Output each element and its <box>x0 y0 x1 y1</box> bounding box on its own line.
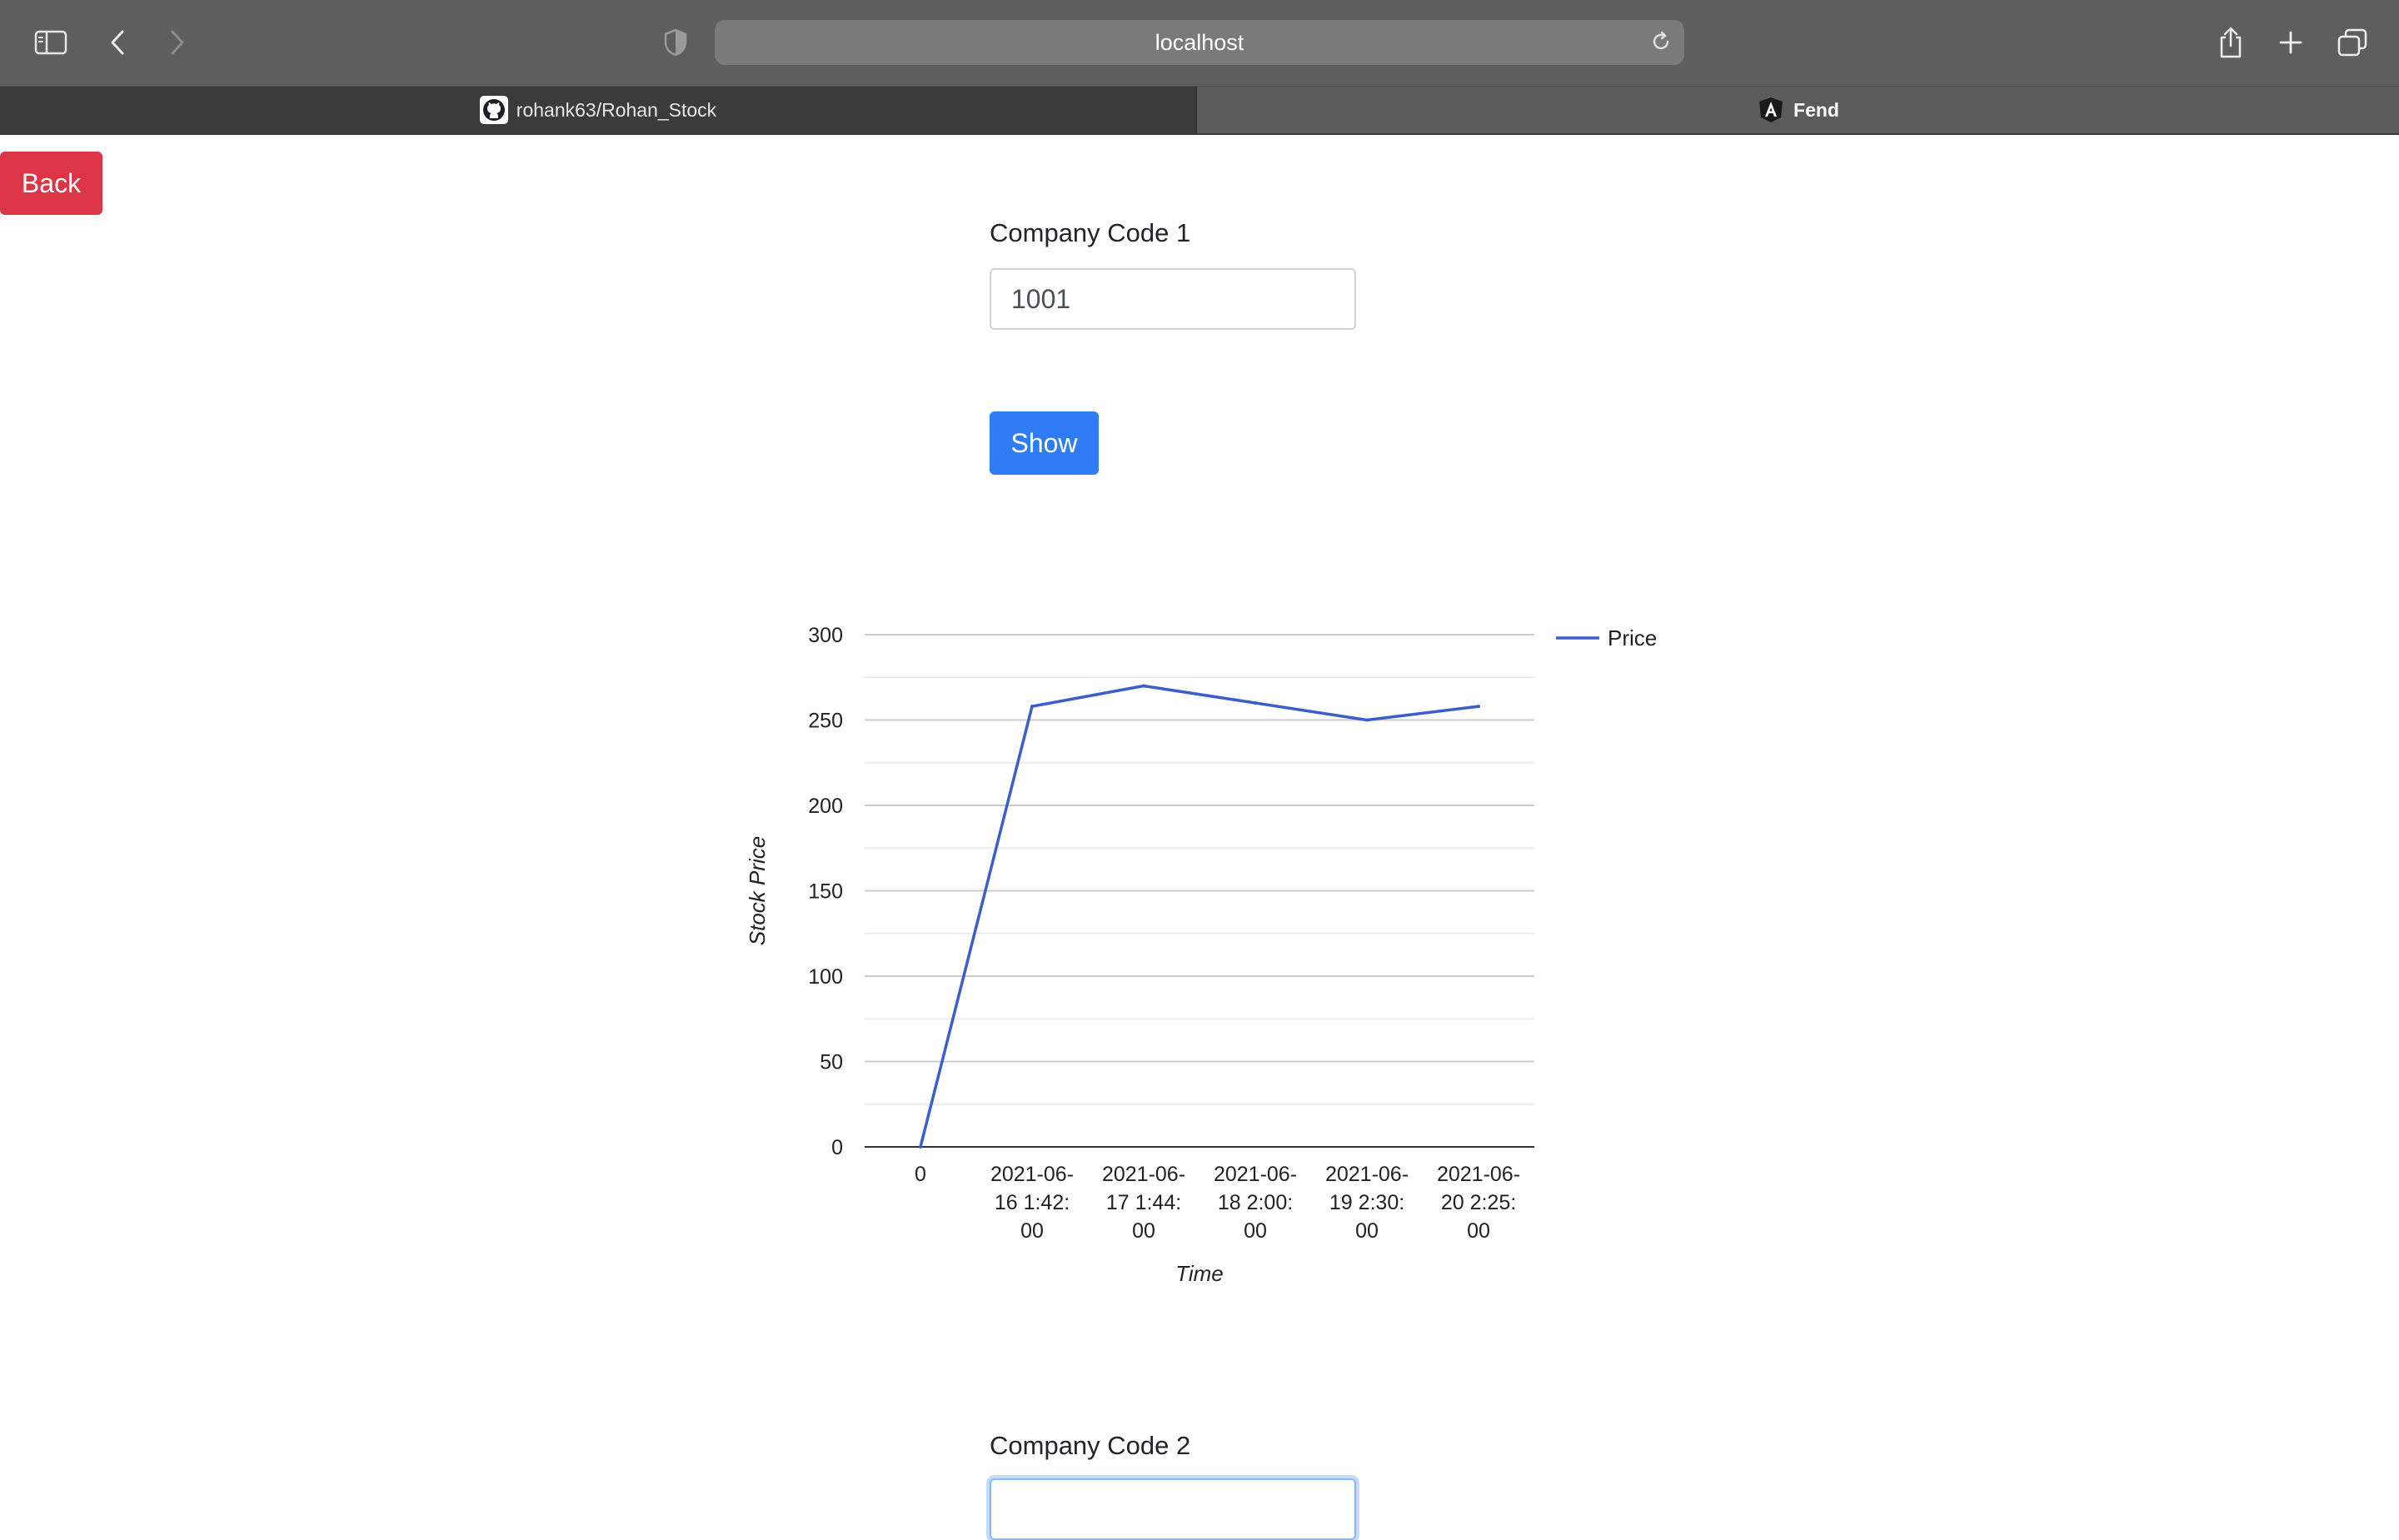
x-tick-label: 0 <box>915 1163 926 1186</box>
series-line-price <box>919 684 1479 1148</box>
show-button[interactable]: Show <box>990 411 1099 475</box>
y-tick-label: 0 <box>831 1136 843 1159</box>
company-code-1-label: Company Code 1 <box>990 218 1191 247</box>
x-tick-label: 19 2:30: <box>1329 1191 1404 1214</box>
angular-icon <box>1757 96 1785 124</box>
x-axis-title: Time <box>1175 1261 1224 1286</box>
y-tick-label: 150 <box>808 880 843 904</box>
x-tick-label: 00 <box>1244 1219 1267 1243</box>
company-code-2-input[interactable] <box>990 1478 1356 1540</box>
company-code-2-label: Company Code 2 <box>990 1431 1191 1460</box>
x-tick-label: 2021-06- <box>1437 1163 1520 1186</box>
x-tick-label: 18 2:00: <box>1218 1191 1293 1214</box>
x-tick-label: 00 <box>1020 1219 1044 1243</box>
tab-github-repo[interactable]: rohank63/Rohan_Stock <box>0 87 1197 133</box>
y-tick-label: 100 <box>808 965 843 989</box>
privacy-shield-icon[interactable] <box>663 28 688 61</box>
x-tick-label: 16 1:42: <box>995 1191 1070 1214</box>
back-button[interactable]: Back <box>0 152 102 215</box>
tab-overview-icon[interactable] <box>2336 22 2369 63</box>
data-point <box>1030 705 1034 709</box>
address-bar[interactable]: localhost <box>715 20 1684 65</box>
x-tick-label: 2021-06- <box>1214 1163 1297 1186</box>
stock-price-chart: 0 50 100 150 200 250 300 0 2021-06- 16 1:42: 00 202… <box>700 600 1699 1308</box>
x-tick-label: 2021-06- <box>1325 1163 1409 1186</box>
legend-label: Price <box>1608 625 1657 650</box>
tab-fend[interactable]: Fend <box>1197 87 2399 133</box>
y-tick-label: 200 <box>808 795 843 818</box>
x-tick-label: 00 <box>1467 1219 1490 1243</box>
tab-label: rohank63/Rohan_Stock <box>516 98 717 121</box>
github-icon <box>479 96 508 124</box>
company-code-1-input[interactable] <box>990 268 1356 330</box>
y-tick-label: 250 <box>808 710 843 733</box>
y-axis-title: Stock Price <box>745 836 770 946</box>
y-tick-label: 300 <box>808 624 843 647</box>
data-point <box>919 1145 922 1149</box>
x-tick-label: 00 <box>1355 1219 1379 1243</box>
tab-label: Fend <box>1793 98 1839 121</box>
data-point <box>1142 684 1145 688</box>
share-icon[interactable] <box>2216 22 2246 63</box>
chart-svg: 0 50 100 150 200 250 300 0 2021-06- 16 1:42: 00 202… <box>745 624 1657 1286</box>
back-nav-icon[interactable] <box>105 22 130 63</box>
y-tick-label: 50 <box>820 1051 843 1074</box>
data-point <box>1477 705 1480 709</box>
x-tick-label: 00 <box>1132 1219 1155 1243</box>
data-point <box>1365 718 1369 722</box>
sidebar-toggle-icon[interactable] <box>32 22 70 63</box>
x-tick-label: 17 1:44: <box>1106 1191 1181 1214</box>
x-tick-label: 20 2:25: <box>1441 1191 1516 1214</box>
new-tab-icon[interactable] <box>2276 22 2306 63</box>
url-text: localhost <box>1155 29 1244 55</box>
data-point <box>1254 701 1257 705</box>
tab-bar: rohank63/Rohan_Stock Fend <box>0 87 2399 135</box>
x-tick-label: 2021-06- <box>1102 1163 1185 1186</box>
reload-icon[interactable] <box>1649 30 1673 59</box>
forward-nav-icon[interactable] <box>165 22 190 63</box>
x-tick-label: 2021-06- <box>990 1163 1074 1186</box>
browser-toolbar: localhost <box>0 0 2399 87</box>
